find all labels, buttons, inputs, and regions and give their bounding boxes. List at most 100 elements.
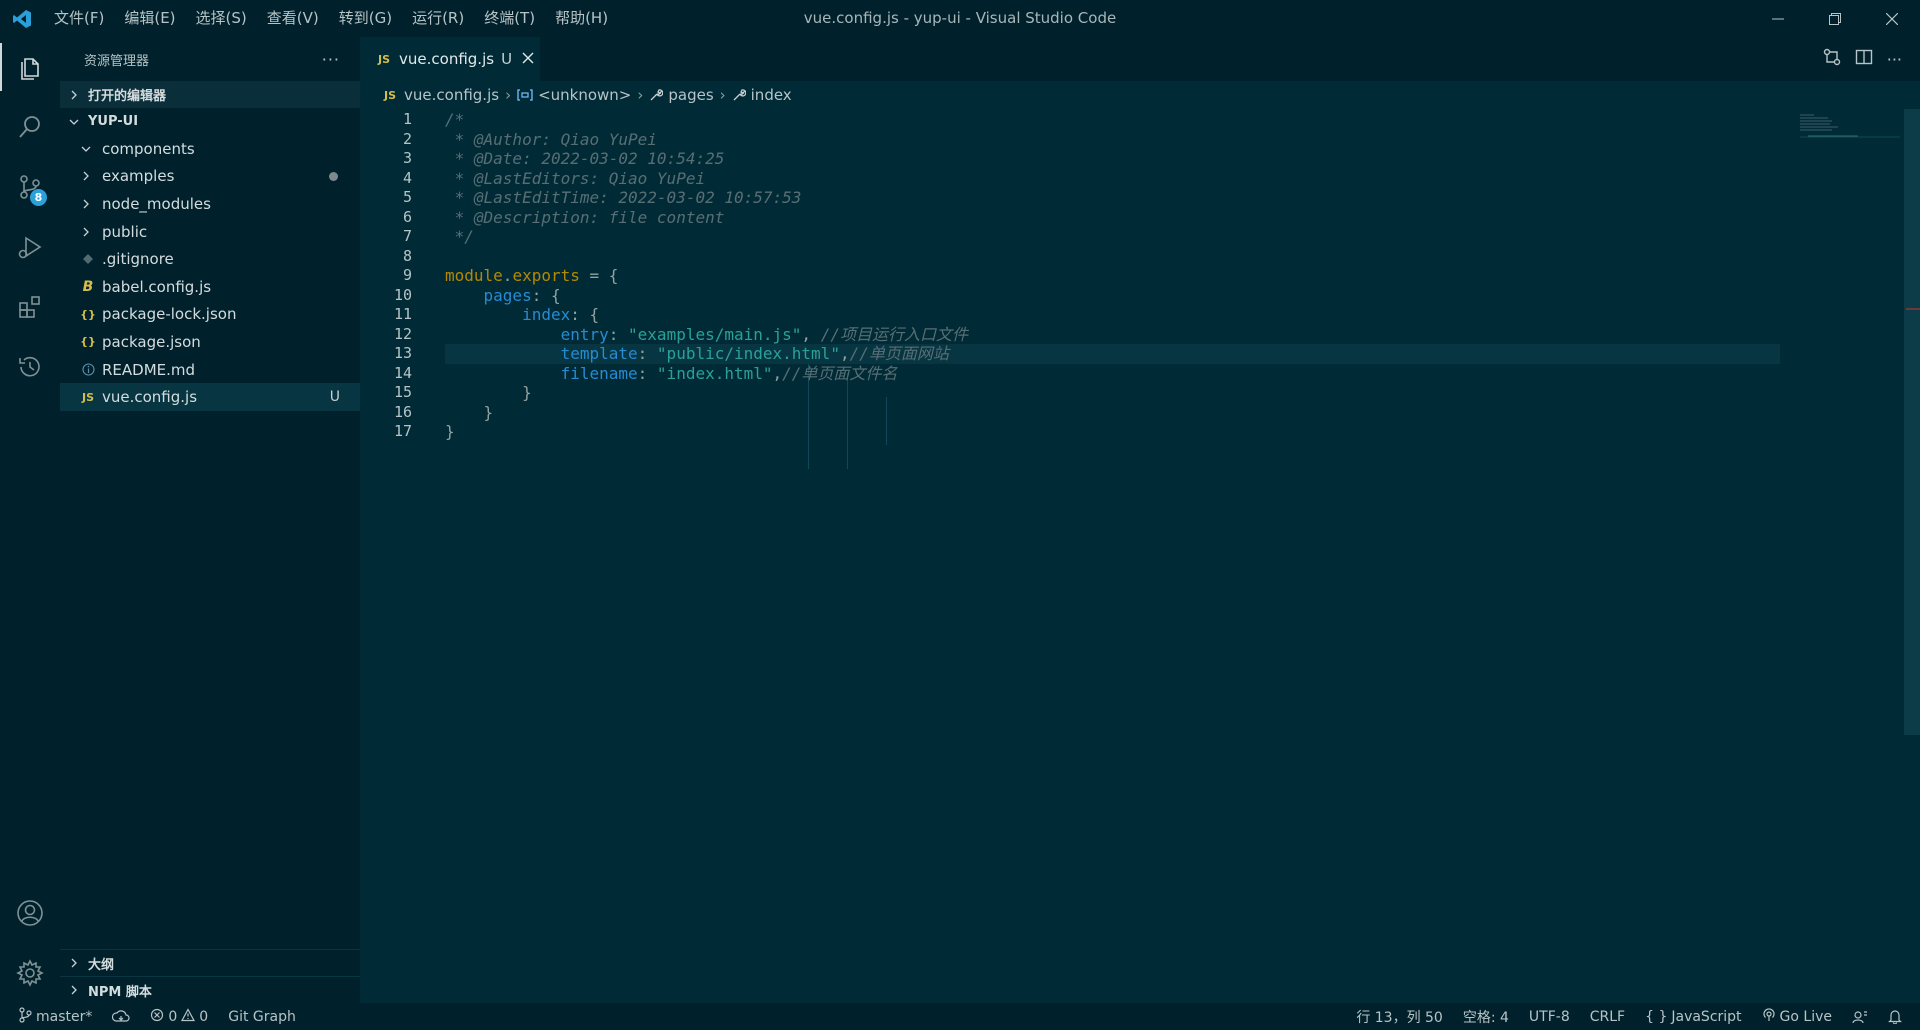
language-mode[interactable]: { } JavaScript — [1635, 1009, 1751, 1025]
menu-item[interactable]: 查看(V) — [257, 0, 329, 37]
encoding[interactable]: UTF-8 — [1519, 1009, 1580, 1025]
code-line[interactable]: index: { — [360, 305, 1780, 325]
search-icon[interactable] — [0, 97, 60, 157]
file-item[interactable]: .gitignore — [60, 245, 360, 273]
code-line[interactable]: entry: "examples/main.js", //项目运行入口文件 — [360, 325, 1780, 345]
breadcrumb-index[interactable]: index — [751, 86, 792, 104]
code-line[interactable]: * @Date: 2022-03-02 10:54:25 — [360, 149, 1780, 169]
file-item[interactable]: {} package.json — [60, 328, 360, 356]
code-line[interactable]: * @LastEditTime: 2022-03-02 10:57:53 — [360, 188, 1780, 208]
code-line[interactable]: } — [360, 403, 1780, 423]
menu-item[interactable]: 选择(S) — [186, 0, 257, 37]
symbol-variable-icon — [517, 88, 533, 102]
menu-item[interactable]: 编辑(E) — [114, 0, 185, 37]
project-root-section[interactable]: YUP-UI — [60, 108, 360, 135]
code-line[interactable]: pages: { — [360, 286, 1780, 306]
chevron-right-icon — [68, 957, 84, 969]
close-window-icon[interactable] — [1863, 0, 1920, 37]
notifications-bell-icon[interactable] — [1878, 1009, 1912, 1024]
code-token: . — [502, 266, 513, 285]
indentation[interactable]: 空格: 4 — [1453, 1007, 1519, 1027]
git-branch[interactable]: master* — [0, 1006, 102, 1027]
outline-section[interactable]: 大纲 — [60, 949, 360, 976]
sync-icon[interactable] — [102, 1009, 140, 1024]
code-line[interactable]: */ — [360, 227, 1780, 247]
feedback-icon[interactable] — [1842, 1010, 1878, 1024]
editor-scrollbar[interactable] — [1904, 109, 1920, 735]
file-item[interactable]: README.md — [60, 356, 360, 384]
js-file-icon: JS — [81, 390, 94, 404]
code-line[interactable]: * @Description: file content — [360, 208, 1780, 228]
file-item[interactable]: Bbabel.config.js — [60, 273, 360, 301]
code-line[interactable]: } — [360, 422, 1780, 442]
current-code-line[interactable]: template: "public/index.html",//单页面网站 — [445, 344, 1780, 364]
restore-icon[interactable] — [1806, 0, 1863, 37]
folder-item[interactable]: examples — [60, 163, 360, 191]
minimize-icon[interactable] — [1749, 0, 1806, 37]
line-number: 13 — [393, 344, 412, 362]
code-token: entry — [560, 324, 609, 344]
breadcrumb-unknown[interactable]: <unknown> — [538, 86, 631, 104]
cursor-position[interactable]: 行 13，列 50 — [1346, 1007, 1453, 1027]
more-actions-icon[interactable]: ··· — [322, 50, 340, 69]
code-line[interactable]: } — [360, 383, 1780, 403]
close-tab-icon[interactable] — [522, 50, 534, 68]
account-icon[interactable] — [0, 883, 60, 943]
error-icon — [150, 1008, 164, 1026]
tree-item-label: package.json — [102, 332, 201, 351]
menu-item[interactable]: 终端(T) — [474, 0, 545, 37]
code-token: * @LastEditTime: 2022-03-02 10:57:53 — [445, 188, 802, 207]
source-control-icon[interactable]: 8 — [0, 157, 60, 217]
folder-item[interactable]: components — [60, 135, 360, 163]
js-file-icon: JS — [378, 52, 391, 66]
explorer-icon[interactable] — [0, 37, 60, 97]
code-line[interactable]: * @Author: Qiao YuPei — [360, 130, 1780, 150]
tab-vue-config[interactable]: JS vue.config.js U — [360, 37, 540, 81]
code-token: //单页面网站 — [849, 344, 949, 363]
menu-item[interactable]: 文件(F) — [44, 0, 114, 37]
code-line[interactable]: /* — [360, 110, 1780, 130]
timeline-history-icon[interactable] — [0, 337, 60, 397]
git-graph-button[interactable]: Git Graph — [218, 1009, 306, 1025]
code-line[interactable]: module.exports = { — [360, 266, 1780, 286]
code-token: /* — [445, 110, 465, 129]
code-line[interactable]: filename: "index.html",//单页面文件名 — [360, 364, 1780, 384]
menu-item[interactable]: 转到(G) — [329, 0, 402, 37]
go-live-button[interactable]: Go Live — [1752, 1007, 1842, 1026]
folder-item[interactable]: node_modules — [60, 190, 360, 218]
info-file-icon — [80, 363, 96, 376]
settings-gear-icon[interactable] — [0, 943, 60, 1003]
folder-item[interactable]: public — [60, 218, 360, 246]
tree-item-label: babel.config.js — [102, 277, 212, 296]
code-token: "index.html" — [656, 363, 773, 383]
code-line[interactable]: * @LastEditors: Qiao YuPei — [360, 169, 1780, 189]
problems-indicator[interactable]: 0 0 — [140, 1007, 218, 1026]
menu-item[interactable]: 运行(R) — [402, 0, 474, 37]
code-token: , — [839, 344, 850, 363]
json-file-icon: {} — [80, 307, 96, 321]
code-text: */ — [445, 227, 474, 247]
open-editors-section[interactable]: 打开的编辑器 — [60, 81, 360, 108]
code-token: = { — [579, 266, 619, 285]
extensions-icon[interactable] — [0, 277, 60, 337]
chevron-right-icon — [80, 226, 96, 238]
end-of-line[interactable]: CRLF — [1580, 1009, 1635, 1025]
breadcrumb-file[interactable]: vue.config.js — [404, 86, 499, 104]
file-item[interactable]: {} package-lock.json — [60, 301, 360, 329]
code-line[interactable] — [360, 247, 1780, 267]
run-debug-icon[interactable] — [0, 217, 60, 277]
code-text: * @LastEditors: Qiao YuPei — [445, 169, 705, 189]
minimap[interactable] — [1800, 113, 1900, 143]
code-token: "examples/main.js" — [628, 324, 802, 344]
menu-item[interactable]: 帮助(H) — [545, 0, 618, 37]
split-editor-icon[interactable] — [1855, 48, 1873, 70]
chevron-right-icon: › — [637, 86, 644, 104]
open-changes-icon[interactable] — [1823, 48, 1841, 70]
more-editor-actions-icon[interactable]: ··· — [1887, 50, 1902, 69]
code-editor[interactable]: 1/* 2 * @Author: Qiao YuPei 3 * @Date: 202… — [360, 109, 1920, 1003]
breadcrumb-pages[interactable]: pages — [668, 86, 713, 104]
npm-scripts-section[interactable]: NPM 脚本 — [60, 976, 360, 1003]
code-token: , — [772, 363, 783, 383]
code-text: } — [445, 422, 455, 442]
file-item[interactable]: JS vue.config.js U — [60, 383, 360, 411]
